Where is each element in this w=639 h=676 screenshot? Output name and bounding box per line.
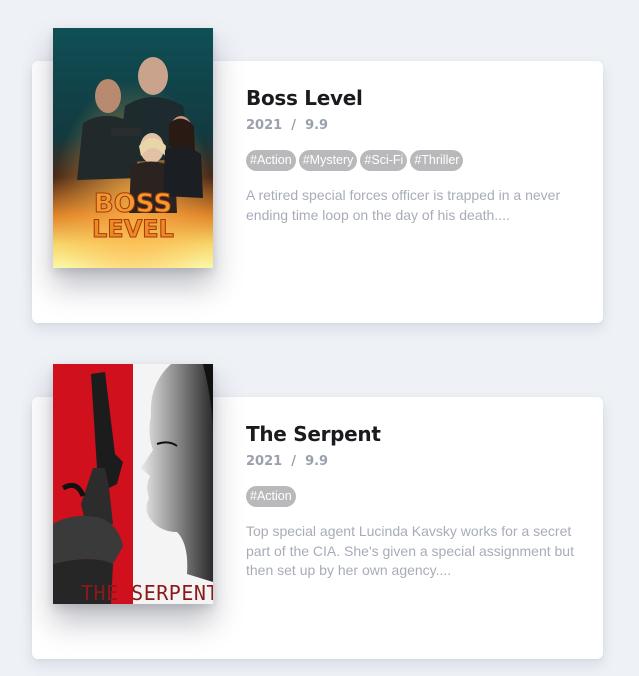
genre-list: #Action [246,486,576,507]
genre-list: #Action #Mystery #Sci-Fi #Thriller [246,150,576,171]
movie-year: 2021 [246,118,283,133]
movie-title[interactable]: The Serpent [246,421,576,447]
movie-summary: Top special agent Lucinda Kavsky works f… [246,523,574,578]
the-serpent-poster-art: THE SERPENT [53,364,213,604]
movie-title[interactable]: Boss Level [246,85,576,111]
movie-poster[interactable]: THE SERPENT [53,364,213,604]
meta-separator: / [291,118,296,133]
movie-year: 2021 [246,454,283,469]
boss-level-poster-art: BOSS LEVEL [53,28,213,268]
poster-title: THE SERPENT [81,581,213,604]
movie-poster[interactable]: BOSS LEVEL [53,28,213,268]
movie-meta: 2021 / 9.9 [246,117,576,135]
genre-tag[interactable]: #Action [246,486,296,507]
movie-rating: 9.9 [305,118,329,133]
movie-meta: 2021 / 9.9 [246,453,576,471]
poster-title-line-2: LEVEL [92,215,174,243]
movie-card[interactable]: THE SERPENT The Serpent 2021 / 9.9 #Acti… [32,364,603,659]
movie-summary: A retired special forces officer is trap… [246,187,561,223]
genre-tag[interactable]: #Mystery [298,150,358,171]
genre-tag[interactable]: #Sci-Fi [360,150,408,171]
genre-tag[interactable]: #Action [246,150,296,171]
movie-rating: 9.9 [305,454,329,469]
genre-tag[interactable]: #Thriller [410,150,464,171]
movie-card[interactable]: BOSS LEVEL Boss Level 2021 / 9.9 #Action… [32,28,603,323]
meta-separator: / [291,454,296,469]
